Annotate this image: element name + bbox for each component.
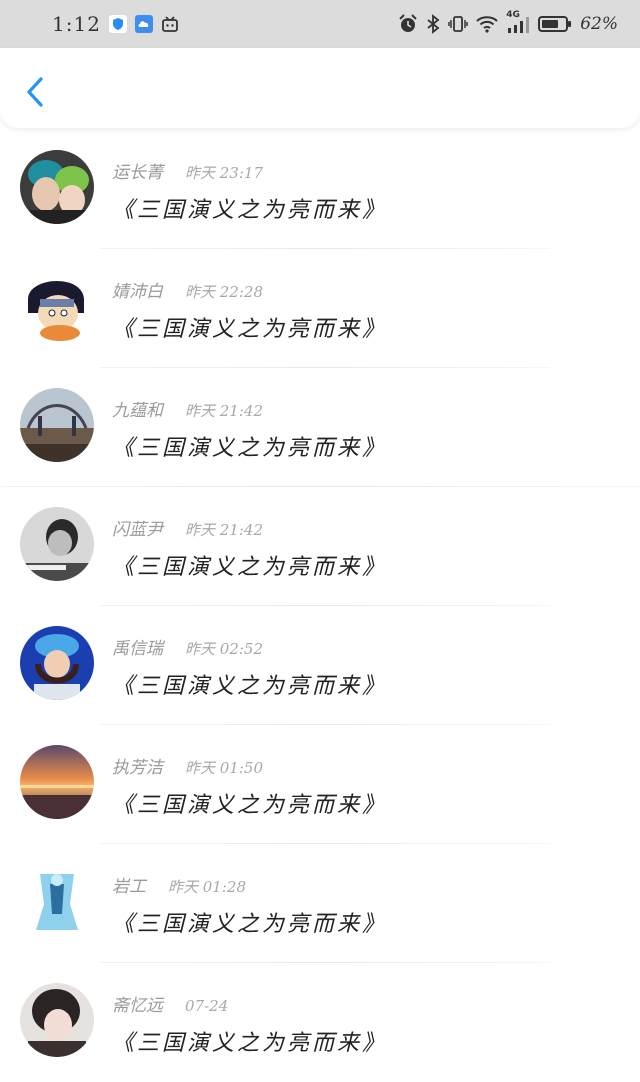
comment-item[interactable]: 斋忆远 07-24 《三国演义之为亮而来》 bbox=[0, 963, 640, 1082]
chevron-left-icon bbox=[25, 76, 45, 108]
cloud-icon bbox=[135, 15, 153, 33]
commenter-name[interactable]: 九蕴和 bbox=[112, 396, 163, 421]
comment-item[interactable]: 运长菁 昨天 23:17 《三国演义之为亮而来》 bbox=[0, 130, 640, 249]
status-bar: 1:12 4G 62% bbox=[0, 0, 640, 48]
avatar[interactable] bbox=[20, 507, 94, 581]
comment-item[interactable]: 闪蓝尹 昨天 21:42 《三国演义之为亮而来》 bbox=[0, 487, 640, 606]
comment-list: 运长菁 昨天 23:17 《三国演义之为亮而来》 婧沛白 昨天 22:28 《三… bbox=[0, 130, 640, 1071]
comment-time: 昨天 23:17 bbox=[185, 162, 263, 183]
comment-text: 《三国演义之为亮而来》 bbox=[112, 1025, 387, 1057]
wifi-icon bbox=[476, 15, 498, 33]
comment-text: 《三国演义之为亮而来》 bbox=[112, 668, 387, 700]
avatar[interactable] bbox=[20, 269, 94, 343]
comment-time: 昨天 01:28 bbox=[168, 876, 246, 897]
bluetooth-icon bbox=[426, 14, 440, 34]
shield-icon bbox=[109, 15, 127, 33]
comment-time: 昨天 21:42 bbox=[185, 519, 263, 540]
vibrate-icon bbox=[448, 14, 468, 34]
comment-item[interactable]: 执芳洁 昨天 01:50 《三国演义之为亮而来》 bbox=[0, 725, 640, 844]
avatar[interactable] bbox=[20, 983, 94, 1057]
commenter-name[interactable]: 斋忆远 bbox=[112, 991, 163, 1016]
bilibili-tv-icon bbox=[161, 15, 179, 33]
comment-time: 昨天 01:50 bbox=[185, 757, 263, 778]
battery-icon bbox=[538, 15, 572, 33]
comment-text: 《三国演义之为亮而来》 bbox=[112, 311, 387, 343]
network-type: 4G bbox=[506, 10, 520, 20]
commenter-name[interactable]: 婧沛白 bbox=[112, 277, 163, 302]
avatar[interactable] bbox=[20, 626, 94, 700]
back-button[interactable] bbox=[20, 74, 50, 110]
comment-text: 《三国演义之为亮而来》 bbox=[112, 192, 387, 224]
comment-text: 《三国演义之为亮而来》 bbox=[112, 906, 387, 938]
comment-time: 07-24 bbox=[185, 997, 228, 1015]
avatar[interactable] bbox=[20, 864, 94, 938]
comment-time: 昨天 21:42 bbox=[185, 400, 263, 421]
comment-item[interactable]: 婧沛白 昨天 22:28 《三国演义之为亮而来》 bbox=[0, 249, 640, 368]
status-time: 1:12 bbox=[52, 12, 101, 36]
comment-time: 昨天 22:28 bbox=[185, 281, 263, 302]
battery-percent: 62% bbox=[580, 14, 618, 34]
comment-time: 昨天 02:52 bbox=[185, 638, 263, 659]
comment-text: 《三国演义之为亮而来》 bbox=[112, 787, 387, 819]
avatar[interactable] bbox=[20, 150, 94, 224]
avatar[interactable] bbox=[20, 745, 94, 819]
commenter-name[interactable]: 岩工 bbox=[112, 872, 146, 897]
commenter-name[interactable]: 闪蓝尹 bbox=[112, 515, 163, 540]
comment-item[interactable]: 九蕴和 昨天 21:42 《三国演义之为亮而来》 bbox=[0, 368, 640, 487]
alarm-icon bbox=[398, 14, 418, 34]
commenter-name[interactable]: 禹信瑞 bbox=[112, 634, 163, 659]
comment-text: 《三国演义之为亮而来》 bbox=[112, 549, 387, 581]
commenter-name[interactable]: 运长菁 bbox=[112, 158, 163, 183]
comment-item[interactable]: 禹信瑞 昨天 02:52 《三国演义之为亮而来》 bbox=[0, 606, 640, 725]
comment-item[interactable]: 岩工 昨天 01:28 《三国演义之为亮而来》 bbox=[0, 844, 640, 963]
avatar[interactable] bbox=[20, 388, 94, 462]
commenter-name[interactable]: 执芳洁 bbox=[112, 753, 163, 778]
comment-text: 《三国演义之为亮而来》 bbox=[112, 430, 387, 462]
top-nav-bar bbox=[0, 48, 640, 128]
signal-icon: 4G bbox=[506, 14, 530, 34]
